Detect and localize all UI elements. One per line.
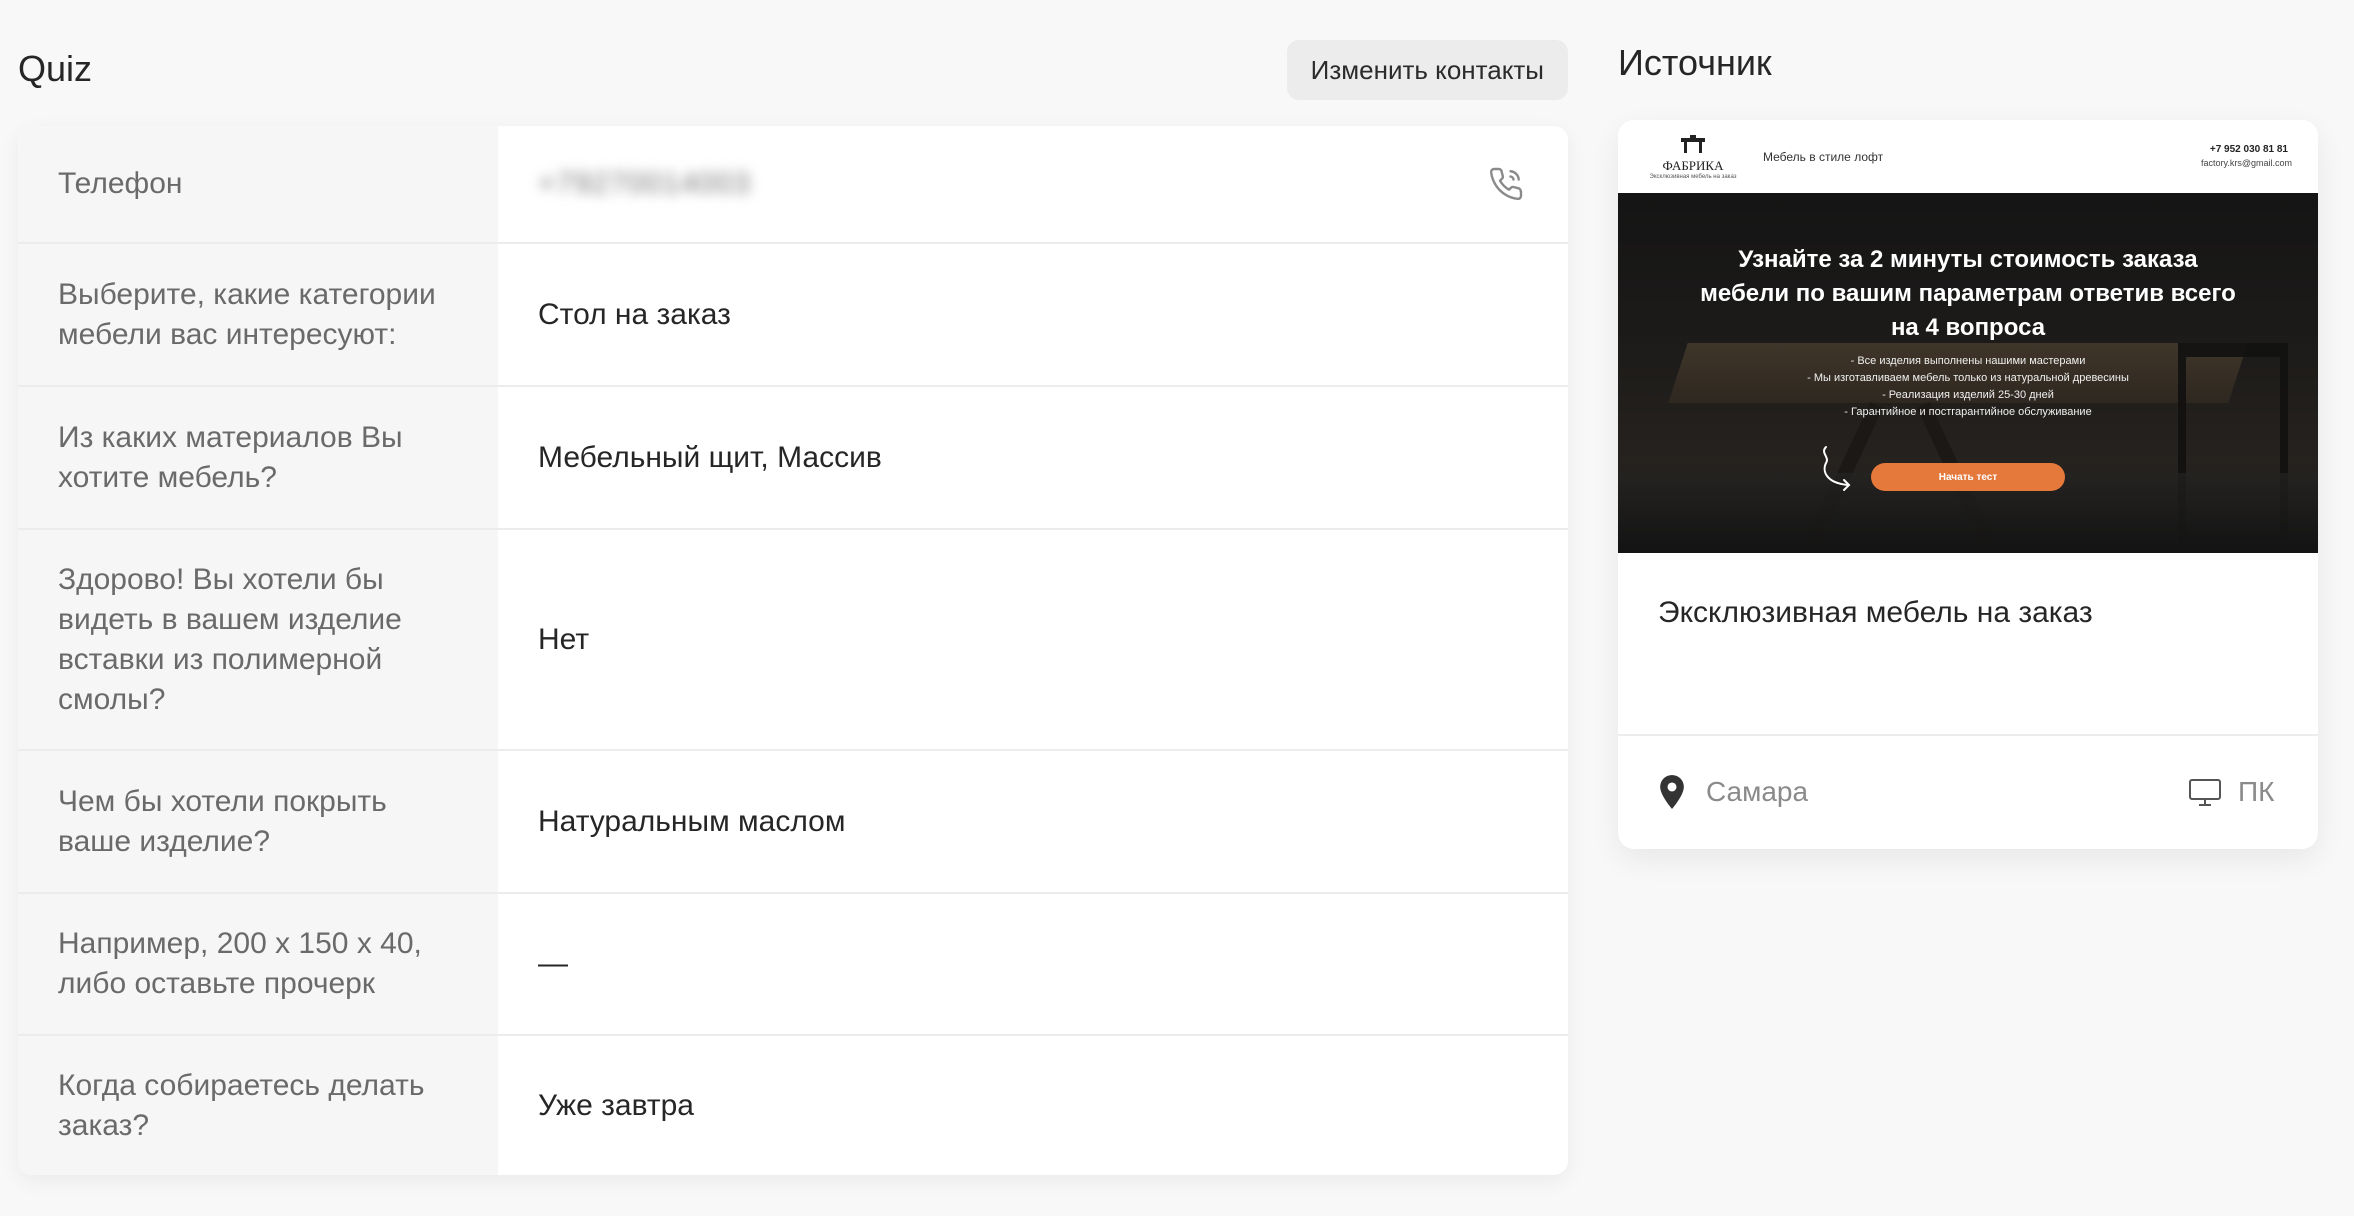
quiz-answer: Стол на заказ [538, 297, 731, 331]
preview-logo-name: ФАБРИКА [1662, 158, 1724, 173]
quiz-title: Quiz [18, 48, 93, 89]
quiz-question: Выберите, какие категории мебели вас инт… [18, 244, 498, 385]
phone-value: +79270014003 [538, 167, 752, 200]
quiz-row-phone: Телефон +79270014003 [18, 126, 1568, 244]
table-logo-icon [1681, 135, 1705, 153]
curved-arrow-icon [1823, 446, 1851, 491]
start-test-button[interactable]: Начать тест [1871, 463, 2065, 491]
preview-logo: ФАБРИКА Эксклюзивная мебель на заказ [1648, 134, 1738, 182]
quiz-question: Чем бы хотели покрыть ваше изделие? [18, 751, 498, 892]
quiz-question: Здорово! Вы хотели бы видеть в вашем изд… [18, 530, 498, 749]
quiz-row: Чем бы хотели покрыть ваше изделие? Нату… [18, 751, 1568, 894]
hero-benefit: - Мы изготавливаем мебель только из нату… [1807, 372, 2129, 384]
quiz-row: Из каких материалов Вы хотите мебель? Ме… [18, 387, 1568, 530]
quiz-row: Здорово! Вы хотели бы видеть в вашем изд… [18, 530, 1568, 751]
quiz-answer: Мебельный щит, Массив [538, 440, 882, 474]
hero-benefit: - Все изделия выполнены нашими мастерами [1850, 355, 2086, 367]
landing-preview[interactable]: ФАБРИКА Эксклюзивная мебель на заказ Меб… [1618, 120, 2318, 553]
preview-hero: Узнайте за 2 минуты стоимость заказа меб… [1618, 193, 2318, 553]
source-card[interactable]: ФАБРИКА Эксклюзивная мебель на заказ Меб… [1618, 120, 2318, 849]
preview-logo-sub: Эксклюзивная мебель на заказ [1649, 174, 1737, 180]
quiz-answer: Нет [538, 622, 590, 656]
quiz-answer: Уже завтра [538, 1088, 694, 1122]
quiz-row: Когда собираетесь делать заказ? Уже завт… [18, 1036, 1568, 1175]
source-title: Источник [1618, 42, 1772, 83]
quiz-header: Quiz Изменить контакты [18, 40, 1568, 102]
quiz-question: Телефон [18, 126, 498, 242]
hero-title: Узнайте за 2 минуты стоимость заказа меб… [1700, 246, 2236, 341]
quiz-question: Когда собираетесь делать заказ? [18, 1036, 498, 1175]
phone-call-icon[interactable] [1488, 166, 1524, 202]
quiz-question: Например, 200 х 150 х 40, либо оставьте … [18, 894, 498, 1034]
quiz-answer: Натуральным маслом [538, 804, 846, 838]
desktop-monitor-icon [2189, 779, 2221, 806]
location-pin-icon [1660, 775, 1684, 809]
location-text: Самара [1706, 776, 1809, 807]
preview-phone: +7 952 030 81 81 [2209, 144, 2288, 155]
hero-benefit: - Реализация изделий 25-30 дней [1882, 389, 2054, 401]
quiz-answer: — [538, 947, 568, 980]
quiz-answers-table: Телефон +79270014003 Выберите, какие кат… [18, 126, 1568, 1175]
quiz-row: Например, 200 х 150 х 40, либо оставьте … [18, 894, 1568, 1036]
quiz-row: Выберите, какие категории мебели вас инт… [18, 244, 1568, 387]
preview-navbar: ФАБРИКА Эксклюзивная мебель на заказ Меб… [1618, 120, 2318, 193]
preview-email: factory.krs@gmail.com [2201, 158, 2292, 168]
hero-benefit: - Гарантийное и постгарантийное обслужив… [1844, 406, 2092, 418]
preview-tagline: Мебель в стиле лофт [1763, 150, 1884, 164]
quiz-answer-cell: +79270014003 [498, 126, 1568, 242]
quiz-question: Из каких материалов Вы хотите мебель? [18, 387, 498, 528]
source-footer: Самара ПК [1618, 736, 2318, 849]
hero-benefits-list: - Все изделия выполнены нашими мастерами… [1698, 353, 2238, 421]
change-contacts-button[interactable]: Изменить контакты [1286, 40, 1568, 100]
source-site-name[interactable]: Эксклюзивная мебель на заказ [1658, 596, 2093, 630]
device-text: ПК [2238, 776, 2275, 807]
